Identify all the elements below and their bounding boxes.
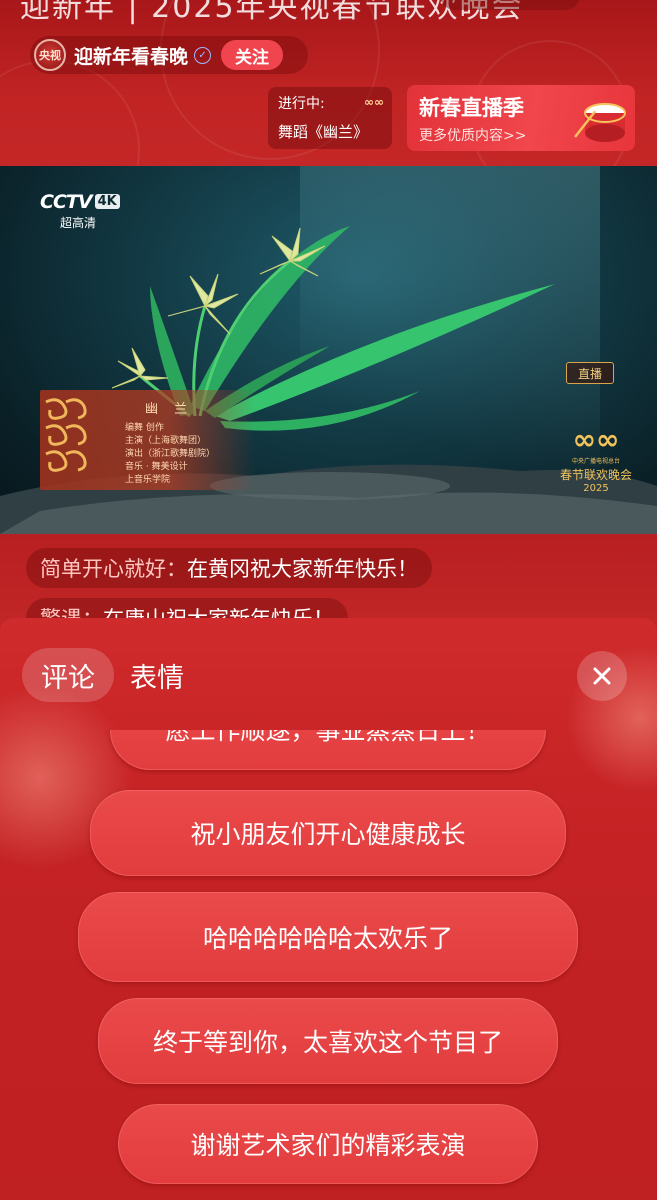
quick-comment[interactable]: 谢谢艺术家们的精彩表演 [118,1104,538,1184]
top-right-pill[interactable] [440,0,580,10]
program-credit: 演出（浙江歌舞剧院） [125,449,216,459]
quality-badge: 4K [94,194,120,209]
program-credit: 编舞 创作 [125,423,164,433]
gala-logo-name: 春节联欢晚会 [559,468,632,482]
quality-label: 超高清 [60,216,97,230]
cctv-logo: CCTV 4K 超高清 [40,191,130,231]
verified-icon: ✓ [194,46,212,64]
promo-banner[interactable]: 新春直播季 更多优质内容>> [407,85,635,151]
comment-bottom-sheet: 评论 表情 愿工作顺遂，事业蒸蒸日上！ 祝小朋友们开心健康成长 哈哈哈哈哈哈太欢… [0,618,657,1200]
quick-comment-list: 愿工作顺遂，事业蒸蒸日上！ 祝小朋友们开心健康成长 哈哈哈哈哈哈太欢乐了 终于等… [0,730,657,1200]
program-credit: 上音乐学院 [125,475,171,485]
chat-message: 简单开心就好： 在黄冈祝大家新年快乐！ [26,548,432,588]
channel-name[interactable]: 迎新年看春晚 [74,42,188,69]
program-credit: 主演（上海歌舞团） [125,436,207,446]
cctv-channel: CCTV [40,191,93,213]
program-title: 幽 兰 [145,402,194,417]
chat-username[interactable]: 简单开心就好： [40,553,187,583]
pattern-ornament [45,398,87,472]
gala-logo-year: 2025 [583,483,609,494]
now-playing-title: 舞蹈《幽兰》 [278,123,369,141]
close-button[interactable] [577,651,627,701]
video-player[interactable]: CCTV 4K 超高清 直播 幽 兰 编舞 创作 主演（上海歌舞团） 演出（浙江歌… [0,166,657,534]
follow-button[interactable]: 关注 [221,40,284,70]
gala-logo-mark: ∞∞ [572,423,620,456]
top-header: 迎新年 | 2025年央视春节联欢晚会 央视 迎新年看春晚 ✓ 关注 进行中: … [0,0,657,166]
live-badge: 直播 [566,362,614,384]
program-credit: 音乐 · 舞美设计 [125,462,188,472]
decor-swirl [0,60,140,166]
quick-comment[interactable]: 哈哈哈哈哈哈太欢乐了 [78,892,578,982]
quick-comment[interactable]: 愿工作顺遂，事业蒸蒸日上！ [110,730,546,770]
gala-logo: ∞∞ 中央广播电视总台 春节联欢晚会 2025 [556,424,636,500]
program-info-card: 幽 兰 编舞 创作 主演（上海歌舞团） 演出（浙江歌舞剧院） 音乐 · 舞美设计… [40,390,255,490]
chat-text: 在黄冈祝大家新年快乐！ [187,557,418,581]
now-playing-card[interactable]: 进行中: ∞∞ 舞蹈《幽兰》 [268,87,392,149]
tab-emoji[interactable]: 表情 [130,656,184,695]
quick-comment[interactable]: 祝小朋友们开心健康成长 [90,790,566,876]
close-icon [593,667,611,685]
gala-logo-icon: ∞∞ [364,95,384,109]
gala-logo-small: 中央广播电视总台 [571,458,620,465]
channel-info[interactable]: 央视 迎新年看春晚 ✓ 关注 [30,36,308,74]
sheet-tabs: 评论 表情 [22,648,184,702]
channel-avatar[interactable]: 央视 [34,39,66,71]
tab-comment[interactable]: 评论 [22,648,114,702]
quick-comment[interactable]: 终于等到你，太喜欢这个节目了 [98,998,558,1084]
drum-icon [574,103,626,142]
